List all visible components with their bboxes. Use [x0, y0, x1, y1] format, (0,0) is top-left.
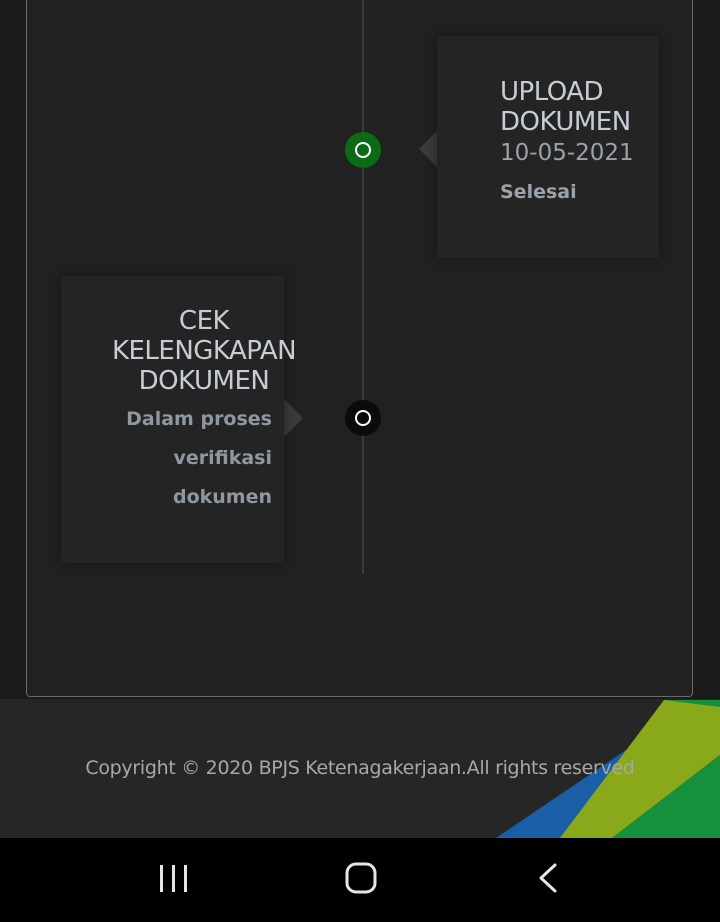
copyright-text: Copyright © 2020 BPJS Ketenagakerjaan.Al… [85, 757, 635, 779]
timeline-event-verification: CEK KELENGKAPAN DOKUMEN Dalam proses ver… [61, 276, 297, 563]
event-title: CEK KELENGKAPAN DOKUMEN [111, 306, 297, 396]
back-button[interactable] [499, 838, 599, 922]
recent-apps-button[interactable] [124, 838, 224, 922]
event-pointer-right [282, 397, 303, 439]
timeline-card: UPLOAD DOKUMEN 10-05-2021 Selesai CEK KE… [26, 0, 693, 697]
event-date: 10-05-2021 [500, 140, 634, 166]
home-button[interactable] [311, 838, 411, 922]
timeline-event-upload: UPLOAD DOKUMEN 10-05-2021 Selesai [437, 36, 659, 258]
status-node-completed [345, 132, 381, 168]
event-title: UPLOAD DOKUMEN [500, 77, 631, 137]
system-navigation-bar [0, 838, 720, 922]
timeline-line [362, 0, 364, 574]
home-icon [345, 862, 377, 894]
event-status: Dalam proses verifikasi dokumen [126, 408, 272, 508]
recent-apps-icon [160, 865, 187, 892]
back-icon [539, 863, 557, 893]
footer: Copyright © 2020 BPJS Ketenagakerjaan.Al… [0, 699, 720, 838]
event-status: Selesai [500, 181, 577, 203]
status-node-pending [345, 400, 381, 436]
